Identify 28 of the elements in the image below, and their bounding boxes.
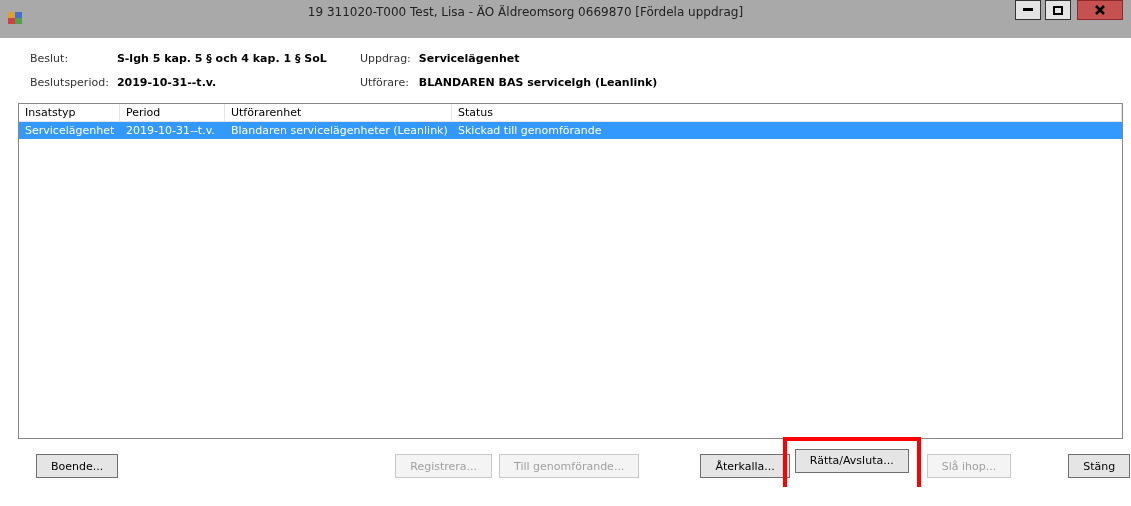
window-title: 19 311020-T000 Test, Lisa - ÄO Äldreomsorg 0669870 [Fördela uppdrag] <box>306 5 745 19</box>
column-header[interactable]: Insatstyp <box>19 104 120 121</box>
field-label: Uppdrag: <box>359 52 411 65</box>
field-label: Beslutsperiod: <box>30 76 109 89</box>
maximize-button[interactable] <box>1045 0 1071 20</box>
field-value: BLANDAREN BAS servicelgh (Leanlink) <box>418 76 658 89</box>
field-value: S-lgh 5 kap. 5 § och 4 kap. 1 § SoL <box>116 52 328 65</box>
action-button[interactable]: Boende... <box>36 454 119 478</box>
field-label: Utförare: <box>359 76 410 89</box>
field-value: Servicelägenhet <box>418 52 521 65</box>
minimize-icon <box>1023 8 1033 12</box>
column-header[interactable]: Period <box>120 104 225 121</box>
column-header[interactable]: Utförarenhet <box>225 104 452 121</box>
table-cell-text: Blandaren servicelägenheter (Leanlink) <box>230 124 449 137</box>
table-cell-text: Servicelägenhet <box>24 124 116 137</box>
action-button[interactable]: Återkalla... <box>700 454 790 478</box>
app-icon <box>8 12 22 24</box>
maximize-icon <box>1053 5 1063 15</box>
field-value: 2019-10-31--t.v. <box>116 76 218 89</box>
field-label: Beslut: <box>30 52 70 65</box>
close-button[interactable] <box>1077 0 1123 20</box>
close-icon <box>1095 5 1105 15</box>
action-button[interactable]: Stäng <box>1068 454 1131 478</box>
minimize-button[interactable] <box>1015 0 1041 20</box>
column-header[interactable]: Status <box>452 104 1122 121</box>
table-cell-text: Skickad till genomförande <box>457 124 603 137</box>
action-button[interactable]: Rätta/Avsluta... <box>794 448 909 473</box>
table-cell-text: 2019-10-31--t.v. <box>125 124 216 137</box>
